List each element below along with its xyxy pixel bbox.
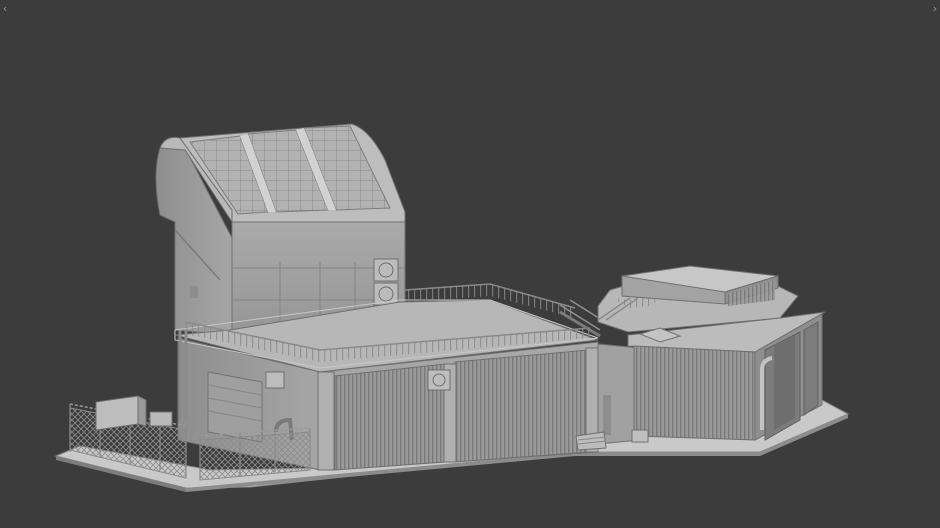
3d-viewport[interactable]: ‹ › [0,0,940,528]
industrial-building-render [54,123,850,492]
tall-block [155,123,406,336]
